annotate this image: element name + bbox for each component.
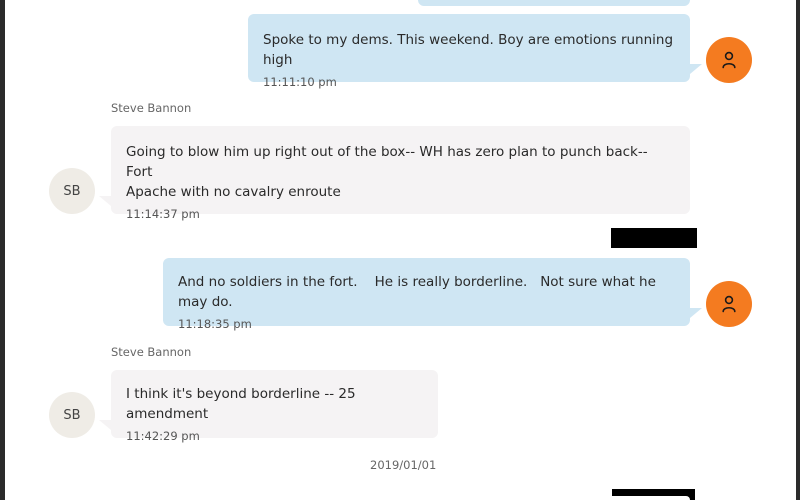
message-text: Going to blow him up right out of the bo…: [126, 144, 648, 200]
message-bubble-incoming: I think it's beyond borderline -- 25 ame…: [111, 370, 438, 443]
message-text: I think it's beyond borderline -- 25 ame…: [126, 386, 360, 422]
message-timestamp: 11:14:37 pm: [126, 207, 200, 221]
redaction-block: [611, 228, 697, 248]
bubble-tail: [99, 420, 111, 430]
sender-name: Steve Bannon: [111, 101, 192, 115]
avatar-initials: SB: [63, 407, 81, 423]
message-bubble-incoming: Going to blow him up right out of the bo…: [111, 126, 690, 221]
message-text: And no soldiers in the fort. He is reall…: [178, 274, 661, 310]
message-bubble-outgoing: Spoke to my dems. This weekend. Boy are …: [248, 14, 690, 89]
window-frame-left: [0, 0, 5, 500]
person-icon: [722, 295, 736, 313]
window-frame-right: [796, 0, 800, 500]
message-timestamp: 11:11:10 pm: [263, 75, 337, 89]
bubble-tail: [690, 308, 702, 318]
contact-avatar[interactable]: SB: [49, 392, 95, 438]
avatar-initials: SB: [63, 183, 81, 199]
message-timestamp: 11:42:29 pm: [126, 429, 200, 443]
bubble-tail: [690, 64, 702, 74]
message-bubble-cutoff: [418, 0, 690, 6]
message-text: Spoke to my dems. This weekend. Boy are …: [263, 32, 678, 68]
message-bubble-outgoing: And no soldiers in the fort. He is reall…: [163, 258, 690, 331]
contact-avatar[interactable]: SB: [49, 168, 95, 214]
self-avatar[interactable]: [706, 281, 752, 327]
message-timestamp: 11:18:35 pm: [178, 317, 252, 331]
date-separator: 2019/01/01: [370, 458, 437, 472]
self-avatar[interactable]: [706, 37, 752, 83]
sender-name: Steve Bannon: [111, 345, 192, 359]
person-icon: [722, 51, 736, 69]
message-bubble-cutoff: [248, 496, 690, 500]
bubble-tail: [99, 196, 111, 206]
